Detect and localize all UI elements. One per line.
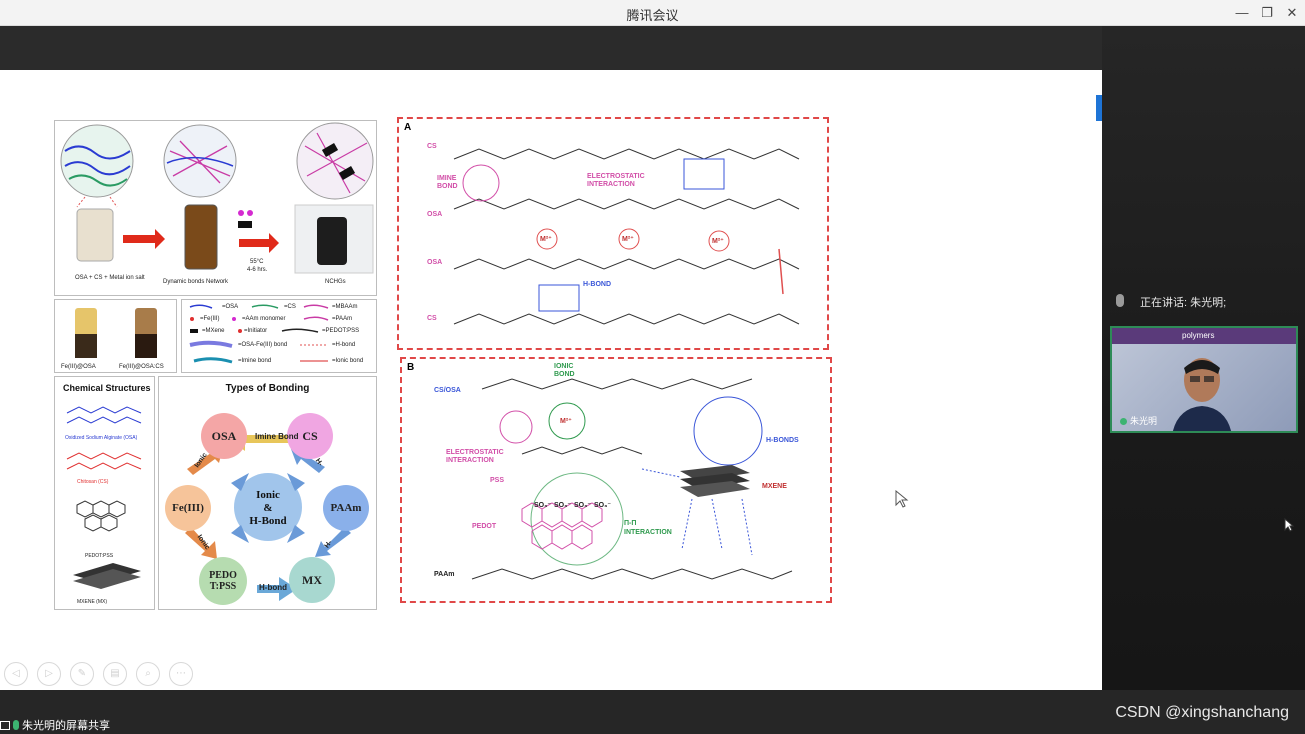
synthesis-panel: OSA + CS + Metal ion salt Dynamic bonds …	[54, 120, 377, 296]
screen-share-badge[interactable]: 朱光明的屏幕共享	[0, 716, 110, 734]
bond-node-osa: OSA	[201, 413, 247, 459]
mic-icon	[1116, 294, 1124, 307]
speaking-indicator: 正在讲话: 朱光明;	[1102, 290, 1305, 312]
participant-name: 朱光明	[1130, 416, 1158, 426]
bond-node-paam: PAAm	[323, 485, 369, 531]
panel-b-electrostatic: ELECTROSTATIC INTERACTION	[446, 449, 504, 464]
more-options-button[interactable]: ⋯	[169, 662, 193, 686]
video-slide-strip: polymers	[1112, 328, 1296, 344]
bond-arrow-imine: Imine Bond	[255, 432, 299, 441]
bond-node-fe: Fe(III)	[165, 485, 211, 531]
bond-arrow-hbond: H-bond	[259, 583, 287, 592]
synthesis-illustration	[60, 122, 374, 274]
panel-b-hbonds: H-BONDS	[766, 437, 799, 444]
panel-a-cs-top: CS	[427, 143, 437, 150]
panel-b-mxene: MXENE	[762, 483, 787, 490]
panel-a-metal-3: M²⁺	[712, 238, 724, 245]
bond-center-ionic: Ionic	[256, 489, 280, 501]
panel-b: B CS/OSA IONIC BOND H-BONDS ELECTROSTATI…	[400, 357, 832, 603]
prev-slide-button[interactable]: ◁	[4, 662, 28, 686]
panel-a-cs-bottom: CS	[427, 315, 437, 322]
restore-button[interactable]: ❐	[1256, 3, 1278, 23]
bond-center: Ionic & H-Bond	[243, 489, 293, 528]
label-fe-osa: Fe(III)@OSA	[61, 364, 96, 370]
bottom-bar	[0, 690, 1305, 734]
chem-mxene: MXENE (MX)	[77, 599, 107, 605]
label-time: 4-6 hrs.	[247, 267, 268, 273]
slides-grid-button[interactable]: ▤	[103, 662, 127, 686]
screen-share-icon	[0, 720, 10, 730]
mic-active-icon	[1120, 418, 1127, 426]
panel-a-hbond: H-BOND	[583, 281, 611, 288]
slide-cursor-icon	[895, 490, 909, 508]
panel-b-pedot: PEDOT	[472, 523, 497, 530]
vial-photos	[75, 308, 157, 358]
participant-avatar	[1172, 358, 1232, 431]
next-slide-button[interactable]: ▷	[37, 662, 61, 686]
panel-b-pss: PSS	[490, 477, 505, 484]
panel-a-metal-1: M²⁺	[540, 236, 552, 243]
chem-structure-drawings	[66, 406, 142, 589]
panel-b-pi-pi: Π-Π INTERACTION	[624, 520, 672, 536]
screen-share-label: 朱光明的屏幕共享	[22, 720, 110, 732]
chem-cs: Chitosan (CS)	[77, 479, 109, 485]
slide-topbar	[0, 26, 1102, 70]
csdn-watermark: CSDN @xingshanchang	[1115, 704, 1289, 721]
zoom-button[interactable]: ⌕	[136, 662, 160, 686]
panel-a: A CS OSA OSA CS IMINE BOND ELECTROSTATIC…	[397, 117, 829, 350]
bond-node-pedot: PEDO T:PSS	[199, 557, 247, 605]
minimize-button[interactable]: —	[1231, 3, 1253, 23]
mouse-cursor-icon	[1284, 518, 1294, 532]
panel-b-ionic-bond: IONIC BOND	[554, 363, 575, 378]
panel-b-so3-1: SO₃⁻	[534, 502, 552, 509]
close-button[interactable]: ✕	[1281, 3, 1303, 23]
bond-node-mx: MX	[289, 557, 335, 603]
legend-panel: =OSA =CS =MBAAm =Fe(III) =AAm monomer =P…	[181, 299, 377, 373]
panel-b-so3-2: SO₃⁻	[554, 502, 572, 509]
pen-tool-button[interactable]: ✎	[70, 662, 94, 686]
legend-swatches	[189, 304, 329, 364]
bond-center-amp: &	[263, 502, 273, 514]
panel-b-so3-4: SO₃⁻	[594, 502, 612, 509]
panel-a-metal-2: M²⁺	[622, 236, 634, 243]
participant-nametag: 朱光明	[1120, 414, 1157, 427]
share-mic-icon	[13, 720, 19, 730]
panel-a-electrostatic: ELECTROSTATIC INTERACTION	[587, 173, 645, 188]
panel-a-osa-1: OSA	[427, 211, 443, 218]
speaking-label: 正在讲话: 朱光明;	[1140, 297, 1227, 309]
panel-b-structure	[471, 378, 793, 580]
vials-panel: Fe(III)@OSA Fe(III)@OSA:CS	[54, 299, 177, 373]
label-fe-osa-cs: Fe(III)@OSA:CS	[119, 364, 164, 370]
panel-b-paam: PAAm	[434, 571, 455, 578]
participant-video[interactable]: polymers 朱光明	[1110, 326, 1298, 433]
window-titlebar: 腾讯会议 — ❐ ✕	[0, 0, 1305, 26]
panel-b-metal: M²⁺	[560, 418, 572, 425]
video-strip-text: polymers	[1182, 331, 1215, 340]
presentation-slide: OSA + CS + Metal ion salt Dynamic bonds …	[0, 70, 1102, 690]
label-temp: 55°C	[250, 259, 264, 265]
label-nchgs: NCHGs	[325, 279, 346, 285]
panel-b-so3-3: SO₃⁻	[574, 502, 592, 509]
chem-osa: Oxidized Sodium Alginate (OSA)	[65, 435, 138, 441]
bonding-types-panel: Types of Bonding OSA CS Fe(III) PAAm PED…	[158, 376, 377, 610]
label-osa-cs-metal: OSA + CS + Metal ion salt	[75, 275, 145, 281]
panel-a-osa-2: OSA	[427, 259, 443, 266]
window-title: 腾讯会议	[626, 8, 679, 23]
panel-a-structure	[453, 148, 800, 325]
chemical-structures-panel: Chemical Structures Oxidized Sodium Algi…	[54, 376, 155, 610]
label-dynamic-network: Dynamic bonds Network	[163, 279, 229, 285]
panel-b-cs-osa: CS/OSA	[434, 387, 461, 394]
chem-pedot: PEDOT:PSS	[85, 553, 114, 559]
panel-a-imine-bond: IMINE BOND	[437, 175, 458, 190]
bond-center-hbond: H-Bond	[249, 515, 287, 527]
